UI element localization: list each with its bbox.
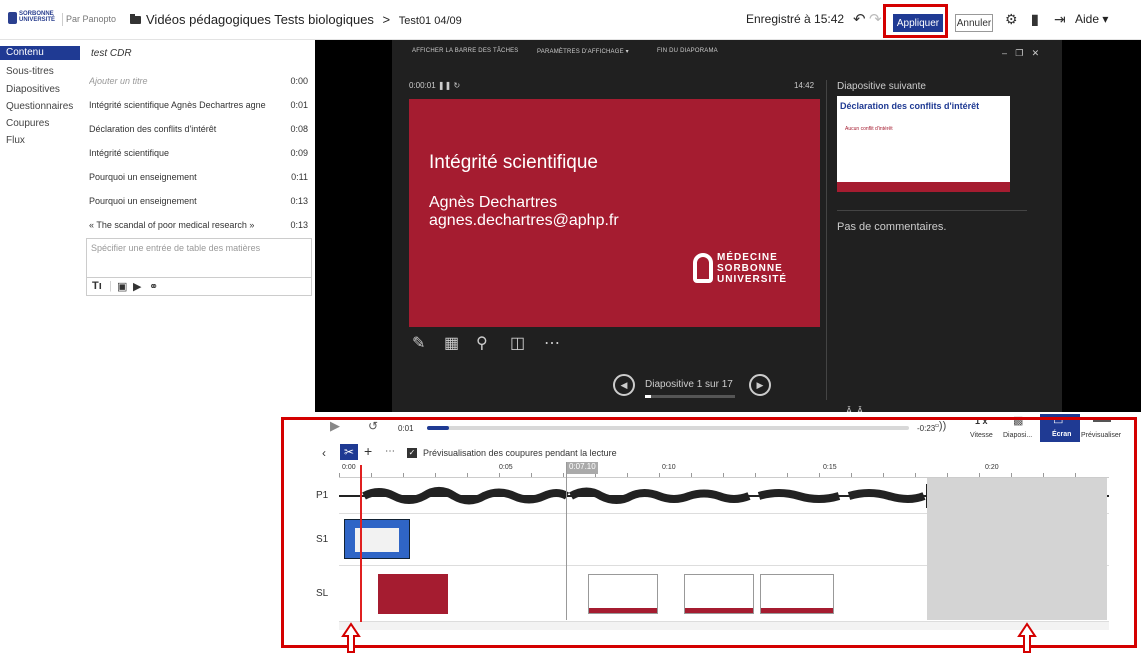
top-bar: SORBONNE UNIVERSITÉ Par Panopto Vidéos pé…	[0, 0, 1141, 40]
toc-row[interactable]: Pourquoi un enseignement 0:13	[86, 192, 312, 210]
help-menu[interactable]: Aide ▾	[1075, 12, 1108, 26]
slide-counter: Diapositive 1 sur 17	[645, 379, 733, 390]
taskbar-label: AFFICHER LA BARRE DES TÂCHES	[412, 48, 519, 54]
window-controls-icon: – ❐ ✕	[1002, 48, 1040, 58]
divider	[837, 210, 1027, 211]
toolbar-display-settings[interactable]: PARAMÈTRES D'AFFICHAGE ▾	[537, 48, 629, 55]
cancel-button[interactable]: Annuler	[955, 14, 993, 32]
nav-sous-titres[interactable]: Sous-titres	[0, 66, 80, 77]
video-icon[interactable]: ▶	[133, 280, 141, 293]
toc-row[interactable]: Ajouter un titre 0:00	[86, 72, 312, 90]
elapsed-time: 0:00:01 ❚❚ ↻	[409, 81, 461, 90]
slide-author: Agnès Dechartres	[429, 194, 558, 211]
current-slide: Intégrité scientifique Agnès Dechartres …	[409, 99, 820, 327]
nav-flux[interactable]: Flux	[0, 135, 80, 146]
toolbar-end-show[interactable]: FIN DU DIAPORAMA	[657, 48, 718, 54]
text-format-icon[interactable]: Tı	[92, 280, 102, 292]
toolbar-taskbar[interactable]: AFFICHER LA BARRE DES TÂCHES	[412, 48, 519, 54]
divider	[826, 80, 827, 400]
video-player: AFFICHER LA BARRE DES TÂCHES PARAMÈTRES …	[315, 40, 1141, 416]
slide-progress	[645, 395, 735, 398]
divider	[62, 13, 63, 26]
display-settings-label: PARAMÈTRES D'AFFICHAGE ▾	[537, 49, 629, 55]
clock-time: 14:42	[794, 81, 815, 90]
toc-row[interactable]: Pourquoi un enseignement 0:11	[86, 168, 312, 186]
next-slide-footer	[837, 182, 1010, 192]
more-icon[interactable]: ⋯	[544, 333, 560, 353]
logo-mark-icon	[693, 253, 713, 283]
nav-diapositives[interactable]: Diapositives	[0, 84, 80, 95]
logo-text: SORBONNE UNIVERSITÉ	[19, 11, 56, 23]
breadcrumb-session: Test01 04/09	[398, 15, 462, 27]
annotation-up-arrow-icon	[1017, 622, 1037, 653]
gear-icon[interactable]: ⚙	[1005, 11, 1018, 28]
logo-line: UNIVERSITÉ	[717, 274, 788, 285]
toc-row[interactable]: « The scandal of poor medical research »…	[86, 216, 312, 234]
sorbonne-logo-icon	[8, 12, 17, 24]
zoom-icon[interactable]: ⚲	[476, 333, 488, 353]
end-show-label: FIN DU DIAPORAMA	[657, 48, 718, 54]
nav-contenu[interactable]: Contenu	[0, 46, 80, 60]
logo-line: SORBONNE	[717, 263, 783, 274]
folder-icon	[130, 14, 141, 24]
quiz-icon[interactable]: ▣	[117, 280, 127, 293]
next-slide-label: Diapositive suivante	[837, 81, 926, 92]
by-panopto: Par Panopto	[66, 14, 117, 24]
slide-title: Intégrité scientifique	[429, 152, 598, 173]
stats-icon[interactable]: ▮​	[1031, 11, 1039, 28]
slides-grid-icon[interactable]: ▦	[444, 333, 459, 353]
annotation-highlight-box	[281, 417, 1137, 648]
slide-email: agnes.dechartres@aphp.fr	[429, 212, 619, 229]
chevron-right-icon: >	[382, 12, 391, 27]
apply-button[interactable]: Appliquer	[893, 14, 943, 32]
toc-toolbar: Tı | ▣ ▶ ⚭	[86, 278, 312, 296]
screen-icon[interactable]: ◫	[510, 333, 525, 353]
next-slide-title: Déclaration des conflits d'intérêt	[840, 101, 980, 111]
redo-icon[interactable]: ↷	[869, 10, 882, 28]
breadcrumb: Vidéos pédagogiques Tests biologiques > …	[146, 12, 462, 27]
undo-icon[interactable]: ↶	[853, 10, 866, 28]
divider: |	[109, 280, 112, 292]
breadcrumb-folder[interactable]: Vidéos pédagogiques Tests biologiques	[146, 12, 374, 27]
medecine-sorbonne-logo: MÉDECINE SORBONNE UNIVERSITÉ	[693, 249, 797, 291]
nav-questionnaires[interactable]: Questionnaires	[0, 101, 80, 112]
logo-line: MÉDECINE	[717, 252, 778, 263]
notes-text: Pas de commentaires.	[837, 221, 947, 233]
pen-icon[interactable]: ✎	[412, 333, 425, 353]
saved-status: Enregistré à 15:42	[746, 12, 845, 26]
link-icon[interactable]: ⚭	[149, 280, 158, 293]
powerpoint-presenter-view: AFFICHER LA BARRE DES TÂCHES PARAMÈTRES …	[392, 40, 1062, 416]
exit-icon[interactable]: ⇥	[1054, 11, 1066, 28]
toc-row[interactable]: Déclaration des conflits d'intérêt 0:08	[86, 120, 312, 138]
prev-slide-icon[interactable]: ◀	[613, 374, 635, 396]
toc-row[interactable]: Intégrité scientifique Agnès Dechartres …	[86, 96, 312, 114]
toc-entry-input[interactable]: Spécifier une entrée de table des matièr…	[86, 238, 312, 278]
next-slide-subtitle: Aucun conflit d'intérêt	[845, 126, 893, 132]
next-slide-icon[interactable]: ▶	[749, 374, 771, 396]
next-slide-thumbnail: Déclaration des conflits d'intérêt Aucun…	[837, 96, 1010, 192]
toc-title[interactable]: test CDR	[91, 48, 132, 59]
nav-coupures[interactable]: Coupures	[0, 118, 80, 129]
toc-row[interactable]: Intégrité scientifique 0:09	[86, 144, 312, 162]
annotation-up-arrow-icon	[341, 622, 361, 653]
